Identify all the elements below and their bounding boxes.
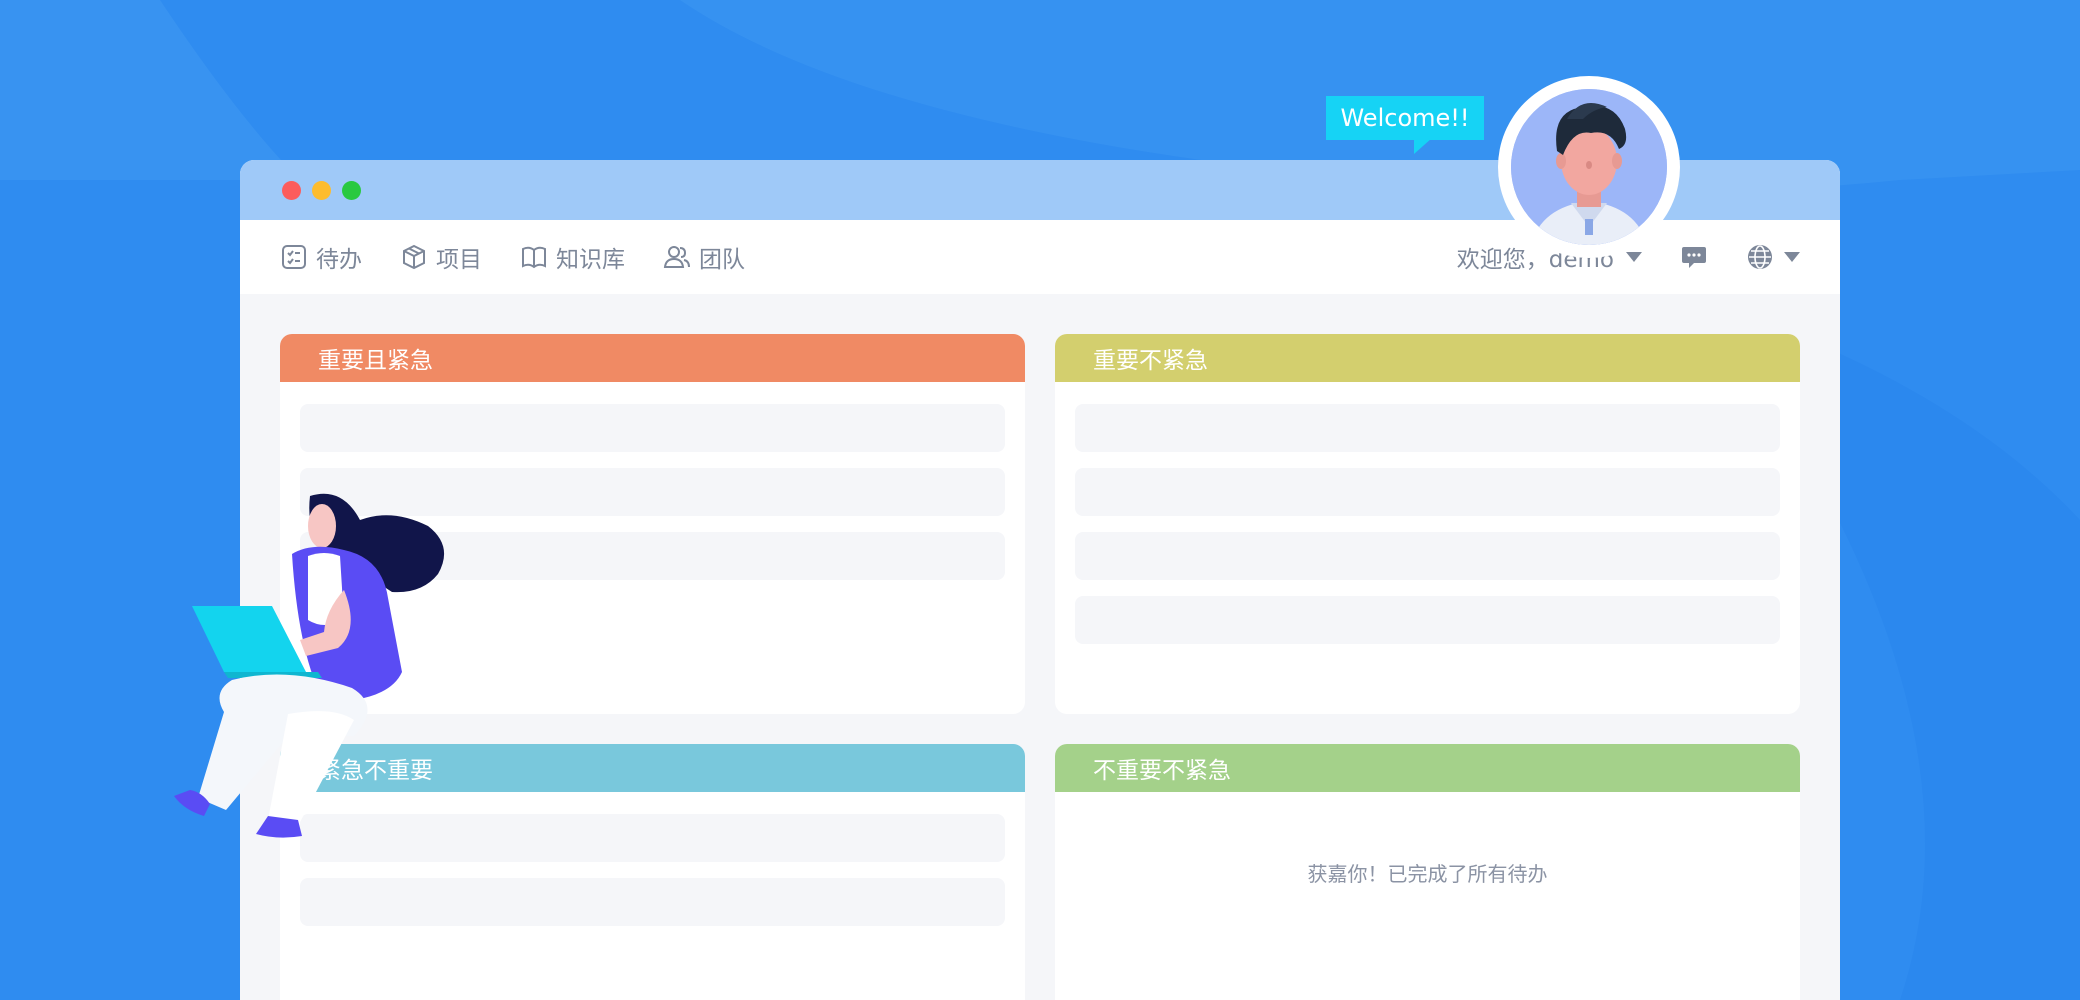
nav-item-knowledge-base[interactable]: 知识库: [520, 240, 625, 274]
woman-with-laptop-illustration: [174, 493, 445, 838]
task-item[interactable]: [300, 404, 1005, 452]
quadrant-important-not-urgent: 重要不紧急: [1055, 334, 1800, 714]
quadrant-header: 重要不紧急: [1055, 334, 1800, 382]
quadrant-task-list: [1055, 382, 1800, 682]
messages-button[interactable]: [1680, 243, 1708, 271]
close-window-button[interactable]: [282, 180, 301, 200]
globe-icon: [1748, 245, 1772, 269]
chevron-down-icon: [1784, 252, 1800, 262]
message-icon: [1682, 247, 1706, 268]
task-item[interactable]: [1075, 468, 1780, 516]
nav-item-label: 团队: [699, 247, 745, 273]
quadrant-task-list: 获嘉你！已完成了所有待办: [1055, 792, 1800, 909]
nav-item-team[interactable]: 团队: [663, 240, 745, 274]
nav-item-label: 待办: [316, 247, 362, 273]
project-box-icon: [403, 244, 425, 270]
quadrant-not-important-not-urgent: 不重要不紧急 获嘉你！已完成了所有待办: [1055, 744, 1800, 1000]
welcome-bubble-tail: [1414, 138, 1432, 154]
chevron-down-icon: [1626, 252, 1642, 262]
language-dropdown[interactable]: [1746, 243, 1800, 271]
nav-item-label: 知识库: [556, 247, 625, 273]
quadrant-header: 不重要不紧急: [1055, 744, 1800, 792]
app-window: 待办 项目 知识库 团队 欢迎您，demo 重要且紧急 重要不紧急 紧急不重要 …: [240, 160, 1840, 1000]
quadrant-header: 重要且紧急: [280, 334, 1025, 382]
empty-state-message: 获嘉你！已完成了所有待办: [1307, 862, 1548, 886]
nav-item-project[interactable]: 项目: [400, 240, 482, 274]
task-item[interactable]: [300, 878, 1005, 926]
task-item[interactable]: [1075, 532, 1780, 580]
book-icon: [522, 246, 546, 269]
nav-item-todo[interactable]: 待办: [280, 240, 362, 274]
quadrant-title: 重要且紧急: [318, 348, 433, 374]
maximize-window-button[interactable]: [342, 180, 361, 200]
minimize-window-button[interactable]: [312, 180, 331, 200]
quadrant-title: 不重要不紧急: [1093, 758, 1231, 784]
task-item[interactable]: [1075, 404, 1780, 452]
task-item[interactable]: [1075, 596, 1780, 644]
team-icon: [663, 246, 690, 268]
todo-icon: [282, 245, 306, 269]
nav-item-label: 项目: [436, 247, 482, 273]
welcome-bubble: Welcome!!: [1326, 96, 1484, 140]
avatar-image: [1511, 89, 1667, 245]
user-avatar[interactable]: [1498, 76, 1680, 258]
quadrant-title: 重要不紧急: [1093, 348, 1208, 374]
